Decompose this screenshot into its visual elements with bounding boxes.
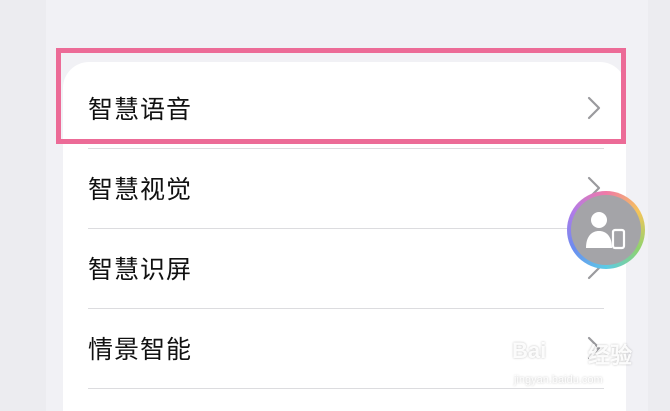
- settings-item-smart-voice[interactable]: 智慧语音: [63, 68, 626, 148]
- divider: [88, 388, 604, 389]
- floating-assistant-button[interactable]: [567, 191, 645, 269]
- chevron-right-icon: [587, 96, 601, 120]
- settings-item-smart-screen-recognition[interactable]: 智慧识屏: [63, 228, 626, 308]
- left-margin: [0, 0, 46, 411]
- chevron-right-icon: [587, 336, 601, 360]
- settings-card: 智慧语音 智慧视觉 智慧识屏 情景智能: [63, 62, 626, 411]
- settings-item-scene-intelligence[interactable]: 情景智能: [63, 308, 626, 388]
- settings-item-smart-vision[interactable]: 智慧视觉: [63, 148, 626, 228]
- settings-item-label: 智慧语音: [88, 95, 193, 124]
- settings-item-label: 智慧视觉: [88, 175, 193, 204]
- right-margin: [648, 0, 670, 411]
- settings-screen: 智慧语音 智慧视觉 智慧识屏 情景智能 Bai 经验 jingyan.baidu…: [0, 0, 670, 411]
- settings-item-label: 智慧识屏: [88, 255, 193, 284]
- person-with-phone-icon: [586, 212, 626, 250]
- settings-item-label: 情景智能: [88, 335, 193, 364]
